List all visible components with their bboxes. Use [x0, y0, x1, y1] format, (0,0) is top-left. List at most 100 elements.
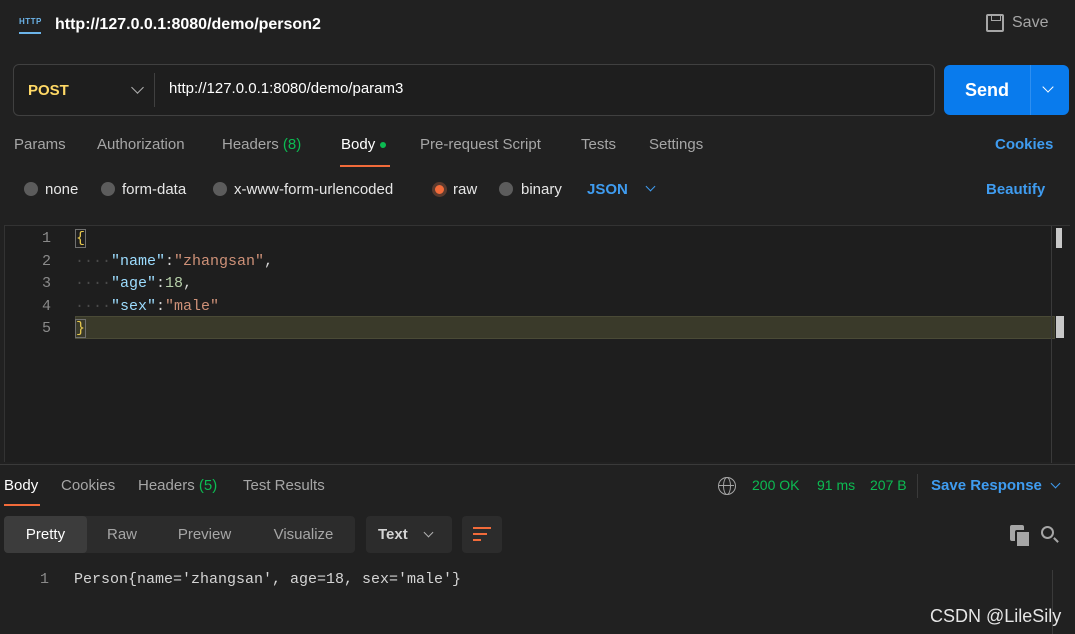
view-pretty[interactable]: Pretty — [4, 516, 87, 553]
status-code[interactable]: 200 OK — [752, 477, 799, 493]
view-visualize[interactable]: Visualize — [252, 516, 355, 553]
code-brace: } — [75, 319, 87, 338]
json-colon: : — [156, 298, 166, 315]
url-bar: POST http://127.0.0.1:8080/demo/param3 — [13, 64, 935, 116]
watermark: CSDN @LileSily — [930, 606, 1062, 626]
send-label: Send — [965, 80, 1010, 100]
json-value: "zhangsan" — [174, 253, 265, 270]
line-number: 1 — [41, 230, 51, 247]
indent-guide: ···· — [75, 275, 112, 292]
indent-guide: ···· — [75, 298, 112, 315]
resp-tab-headers-label: Headers — [138, 477, 195, 494]
wrap-lines-icon — [473, 527, 491, 541]
code-brace: { — [75, 229, 87, 248]
response-body-viewer[interactable]: 1 Person{name='zhangsan', age=18, sex='m… — [0, 566, 1075, 634]
code-line: ····"name":"zhangsan", — [75, 253, 273, 270]
divider — [154, 73, 155, 107]
divider — [1030, 65, 1031, 115]
radio-form-data-label[interactable]: form-data — [122, 181, 186, 198]
json-key: "sex" — [111, 298, 157, 315]
method-label: POST — [28, 81, 69, 99]
response-size[interactable]: 207 B — [870, 477, 907, 493]
view-raw[interactable]: Raw — [87, 516, 157, 553]
wrap-lines-button[interactable] — [462, 516, 502, 553]
tab-authorization[interactable]: Authorization — [97, 136, 185, 153]
json-comma: , — [264, 253, 274, 270]
save-label: Save — [1012, 14, 1049, 31]
tab-tests[interactable]: Tests — [581, 136, 616, 153]
tab-params[interactable]: Params — [14, 136, 66, 153]
chevron-down-icon[interactable] — [645, 181, 656, 192]
radio-binary-label[interactable]: binary — [521, 181, 562, 198]
code-line: ····"age":18, — [75, 275, 192, 292]
tab-headers[interactable]: Headers (8) — [222, 136, 301, 153]
resp-tab-headers[interactable]: Headers (5) — [138, 477, 217, 494]
radio-none[interactable] — [24, 182, 38, 196]
response-divider[interactable] — [0, 464, 1075, 465]
tab-headers-label: Headers — [222, 136, 279, 153]
tab-body-label: Body — [341, 136, 376, 153]
line-number: 4 — [41, 298, 51, 315]
chevron-down-icon — [423, 527, 434, 538]
current-line-highlight — [75, 316, 1055, 339]
view-preview[interactable]: Preview — [157, 516, 252, 553]
editor-scrollbar-track[interactable] — [1051, 226, 1052, 463]
radio-binary[interactable] — [499, 182, 513, 196]
http-icon: HTTP — [19, 16, 41, 34]
tab-body[interactable]: Body — [341, 136, 387, 153]
radio-raw[interactable] — [432, 182, 447, 197]
response-line: Person{name='zhangsan', age=18, sex='mal… — [74, 571, 462, 588]
radio-raw-label[interactable]: raw — [453, 181, 477, 198]
editor-scrollbar-thumb[interactable] — [1056, 228, 1062, 248]
copy-icon[interactable] — [1010, 525, 1031, 548]
tab-header: HTTP http://127.0.0.1:8080/demo/person2 … — [0, 0, 1075, 52]
line-number: 5 — [41, 320, 51, 337]
resp-tab-headers-count: (5) — [198, 477, 218, 494]
resp-tab-cookies[interactable]: Cookies — [61, 477, 115, 494]
line-number: 1 — [39, 571, 49, 588]
json-key: "name" — [111, 253, 166, 270]
beautify-button[interactable]: Beautify — [986, 181, 1045, 198]
send-button[interactable]: Send — [944, 65, 1069, 115]
json-comma: , — [183, 275, 193, 292]
indent-guide: ···· — [75, 253, 112, 270]
json-value: "male" — [165, 298, 220, 315]
resp-tab-body[interactable]: Body — [4, 477, 38, 494]
response-type-dropdown[interactable]: Text — [366, 516, 452, 553]
url-input[interactable]: http://127.0.0.1:8080/demo/param3 — [169, 80, 403, 97]
tab-headers-count: (8) — [282, 136, 302, 153]
tab-settings[interactable]: Settings — [649, 136, 703, 153]
search-icon[interactable] — [1041, 526, 1054, 539]
tab-pre-request-script[interactable]: Pre-request Script — [420, 136, 541, 153]
method-dropdown[interactable]: POST — [14, 65, 154, 115]
response-time[interactable]: 91 ms — [817, 477, 855, 493]
resp-tab-test-results[interactable]: Test Results — [243, 477, 325, 494]
save-icon — [986, 14, 1004, 32]
save-response-button[interactable]: Save Response — [931, 477, 1042, 494]
code-line: { — [75, 229, 87, 248]
format-dropdown[interactable]: JSON — [587, 181, 628, 198]
radio-none-label[interactable]: none — [45, 181, 78, 198]
active-tab-indicator — [4, 504, 40, 506]
line-number: 3 — [41, 275, 51, 292]
active-tab-indicator — [340, 165, 390, 167]
save-button[interactable]: Save — [986, 14, 1048, 32]
divider — [917, 474, 918, 498]
radio-urlencoded[interactable] — [213, 182, 227, 196]
radio-urlencoded-label[interactable]: x-www-form-urlencoded — [234, 181, 393, 198]
globe-icon[interactable] — [718, 477, 736, 495]
response-type-label: Text — [378, 526, 408, 543]
chevron-down-icon — [131, 81, 144, 94]
chevron-down-icon[interactable] — [1042, 81, 1054, 93]
json-key: "age" — [111, 275, 157, 292]
json-value: 18 — [165, 275, 184, 292]
view-mode-switcher: Pretty Raw Preview Visualize — [4, 516, 355, 553]
radio-form-data[interactable] — [101, 182, 115, 196]
request-body-editor[interactable]: 1 2 3 4 5 { ····"name":"zhangsan", ····"… — [4, 225, 1070, 463]
chevron-down-icon[interactable] — [1050, 478, 1061, 489]
cookies-link[interactable]: Cookies — [995, 136, 1053, 153]
line-number: 2 — [41, 253, 51, 270]
request-title[interactable]: http://127.0.0.1:8080/demo/person2 — [55, 16, 321, 34]
cursor-marker — [1056, 316, 1064, 338]
json-colon: : — [165, 253, 175, 270]
